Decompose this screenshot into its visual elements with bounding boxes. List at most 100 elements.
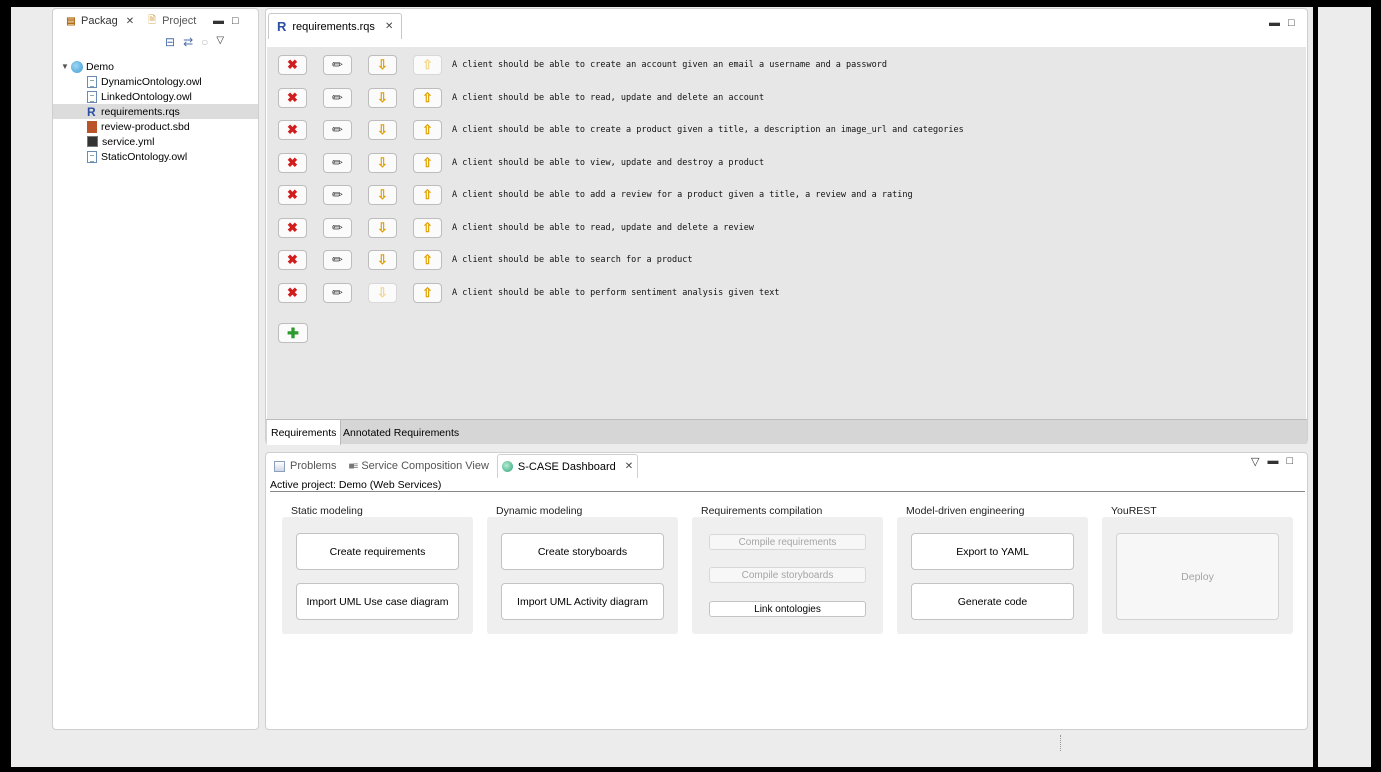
move-down-button[interactable]: ⇩ — [368, 55, 397, 75]
move-up-button[interactable]: ⇧ — [413, 283, 442, 303]
editor-view-controls: ▬ □ — [1269, 17, 1295, 29]
tab-requirements-rqs[interactable]: R requirements.rqs ✕ — [268, 13, 403, 39]
package-explorer: ▤ Packag ✕ 🗎 Project ▬ □ ⊟ ⇄ ○ ▽ ▼ Demo … — [52, 8, 259, 730]
file-icon — [87, 75, 97, 88]
requirements-editor: R requirements.rqs ✕ ▬ □ ✖ ✏ ⇩ ⇧ A client sh… — [265, 8, 1308, 445]
delete-requirement-button[interactable]: ✖ — [278, 250, 307, 270]
edit-requirement-button[interactable]: ✏ — [323, 283, 352, 303]
tree-item-file[interactable]: DynamicOntology.owl — [53, 74, 258, 89]
move-down-icon: ⇩ — [377, 285, 388, 300]
delete-requirement-button[interactable]: ✖ — [278, 88, 307, 108]
edit-requirement-button[interactable]: ✏ — [323, 185, 352, 205]
export-to-yaml-button[interactable]: Export to YAML — [911, 533, 1074, 570]
move-up-icon: ⇧ — [422, 155, 433, 170]
group-yourest: Deploy — [1102, 517, 1293, 634]
edit-requirement-button[interactable]: ✏ — [323, 218, 352, 238]
move-up-button[interactable]: ⇧ — [413, 185, 442, 205]
requirement-text: A client should be able to search for a … — [452, 255, 693, 265]
expand-icon[interactable]: ▼ — [61, 62, 71, 71]
tree-label: LinkedOntology.owl — [101, 90, 192, 103]
maximize-icon[interactable]: □ — [1288, 17, 1295, 29]
tree-label: StaticOntology.owl — [101, 150, 188, 163]
tree-item-file[interactable]: service.yml — [53, 134, 258, 149]
delete-requirement-button[interactable]: ✖ — [278, 120, 307, 140]
edit-requirement-icon: ✏ — [332, 220, 343, 235]
project-folder-icon: 🗎 — [148, 14, 157, 26]
edit-requirement-icon: ✏ — [332, 285, 343, 300]
compile-requirements-button[interactable]: Compile requirements — [709, 534, 866, 550]
move-up-button[interactable]: ⇧ — [413, 120, 442, 140]
requirement-text: A client should be able to add a review … — [452, 190, 913, 200]
tab-requirements[interactable]: Requirements — [267, 420, 342, 445]
tab-problems[interactable]: Problems — [270, 454, 340, 478]
group-model-driven-engineering: Export to YAML Generate code — [897, 517, 1088, 634]
tree-item-file[interactable]: review-product.sbd — [53, 119, 258, 134]
delete-requirement-button[interactable]: ✖ — [278, 185, 307, 205]
minimize-icon[interactable]: ▬ — [213, 15, 224, 27]
collapse-all-icon[interactable]: ⊟ — [165, 35, 175, 49]
link-editor-icon[interactable]: ⇄ — [183, 35, 193, 49]
move-down-button[interactable]: ⇩ — [368, 120, 397, 140]
maximize-icon[interactable]: □ — [1286, 455, 1293, 468]
close-icon[interactable]: ✕ — [385, 21, 393, 32]
edit-requirement-button[interactable]: ✏ — [323, 55, 352, 75]
delete-requirement-button[interactable]: ✖ — [278, 153, 307, 173]
tree-item-project[interactable]: ▼ Demo — [53, 59, 258, 74]
move-down-button[interactable]: ⇩ — [368, 153, 397, 173]
edit-requirement-button[interactable]: ✏ — [323, 250, 352, 270]
edit-requirement-button[interactable]: ✏ — [323, 88, 352, 108]
create-requirements-button[interactable]: Create requirements — [296, 533, 459, 570]
delete-requirement-button[interactable]: ✖ — [278, 55, 307, 75]
close-icon[interactable]: ✕ — [126, 16, 134, 27]
requirement-text: A client should be able to read, update … — [452, 93, 765, 103]
move-up-button[interactable]: ⇧ — [413, 218, 442, 238]
add-requirement-button[interactable]: ✚ — [278, 323, 308, 343]
tree-item-file-selected[interactable]: R requirements.rqs — [53, 104, 258, 119]
view-menu-icon[interactable]: ▽ — [1251, 455, 1259, 468]
requirement-row: ✖ ✏ ⇩ ⇧ A client should be able to search fo… — [278, 250, 693, 270]
move-down-button[interactable]: ⇩ — [368, 218, 397, 238]
import-uml-usecase-button[interactable]: Import UML Use case diagram — [296, 583, 459, 620]
move-up-button[interactable]: ⇧ — [413, 153, 442, 173]
move-down-button[interactable]: ⇩ — [368, 185, 397, 205]
tab-service-composition[interactable]: ■≡ Service Composition View — [344, 454, 492, 478]
requirement-row: ✖ ✏ ⇩ ⇧ A client should be able to create an… — [278, 55, 887, 75]
tab-project[interactable]: 🗎 Project — [140, 10, 202, 32]
close-icon[interactable]: ✕ — [625, 461, 633, 472]
focus-icon[interactable]: ○ — [201, 35, 208, 49]
tree-item-file[interactable]: StaticOntology.owl — [53, 149, 258, 164]
generate-code-button[interactable]: Generate code — [911, 583, 1074, 620]
minimize-icon[interactable]: ▬ — [1269, 17, 1280, 29]
tree-item-file[interactable]: LinkedOntology.owl — [53, 89, 258, 104]
move-down-button[interactable]: ⇩ — [368, 88, 397, 108]
tab-label: Packag — [81, 15, 118, 27]
tree-label: Demo — [86, 60, 115, 73]
deploy-button[interactable]: Deploy — [1116, 533, 1279, 620]
r-file-icon: R — [277, 19, 287, 34]
group-title-static-modeling: Static modeling — [291, 505, 363, 517]
edit-requirement-button[interactable]: ✏ — [323, 153, 352, 173]
link-ontologies-button[interactable]: Link ontologies — [709, 601, 866, 617]
requirement-text: A client should be able to read, update … — [452, 223, 754, 233]
import-uml-activity-button[interactable]: Import UML Activity diagram — [501, 583, 664, 620]
tab-label: Problems — [290, 460, 337, 472]
dashboard-tabs: Problems ■≡ Service Composition View S-C… — [266, 453, 639, 479]
tab-package-explorer[interactable]: ▤ Packag ✕ — [59, 10, 141, 32]
create-storyboards-button[interactable]: Create storyboards — [501, 533, 664, 570]
minimize-icon[interactable]: ▬ — [1267, 455, 1278, 468]
tab-scase-dashboard[interactable]: S-CASE Dashboard ✕ — [496, 454, 639, 478]
move-up-icon: ⇧ — [422, 122, 433, 137]
delete-requirement-button[interactable]: ✖ — [278, 283, 307, 303]
view-menu-icon[interactable]: ▽ — [216, 35, 224, 49]
maximize-icon[interactable]: □ — [232, 15, 239, 27]
move-up-button[interactable]: ⇧ — [413, 250, 442, 270]
group-title-requirements-compilation: Requirements compilation — [701, 505, 823, 517]
tab-annotated-requirements[interactable]: Annotated Requirements — [339, 420, 463, 445]
plus-icon: ✚ — [287, 324, 299, 341]
move-up-button[interactable]: ⇧ — [413, 88, 442, 108]
move-down-button[interactable]: ⇩ — [368, 250, 397, 270]
compile-storyboards-button[interactable]: Compile storyboards — [709, 567, 866, 583]
project-globe-icon — [71, 60, 83, 73]
delete-requirement-button[interactable]: ✖ — [278, 218, 307, 238]
edit-requirement-button[interactable]: ✏ — [323, 120, 352, 140]
